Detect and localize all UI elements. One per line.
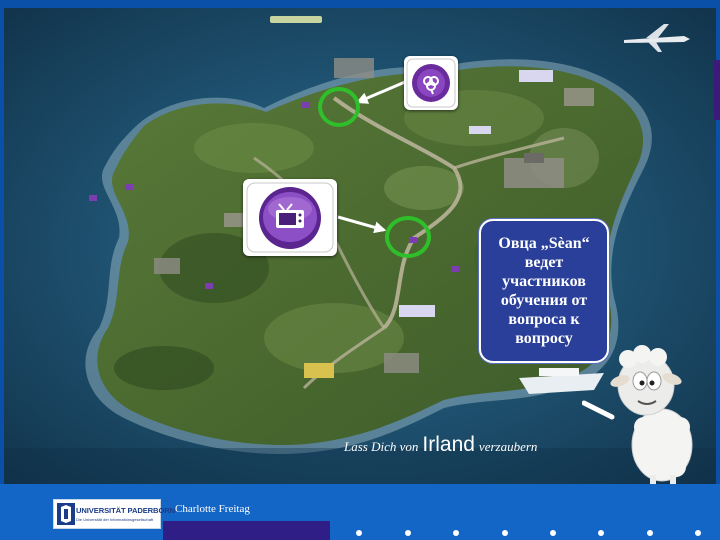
speech-bubble: Овца „Sèan“ ведет участников обучения от… [479, 219, 609, 363]
arrow-shamrock [355, 80, 406, 104]
tv-tile[interactable] [243, 179, 337, 256]
arrow-tv [337, 215, 387, 234]
caption-prefix: Lass Dich von [344, 439, 419, 454]
logo-title: UNIVERSITÄT PADERBORN [76, 506, 176, 515]
author-name: Charlotte Freitag [175, 503, 250, 515]
footer-dot [356, 530, 362, 536]
sheep-mascot-icon [582, 345, 693, 485]
speech-bubble-text: Овца „Sèan“ ведет участников обучения от… [498, 235, 590, 347]
highlight-ring [385, 216, 431, 258]
caption-brand: Irland [422, 433, 475, 456]
map-caption: Lass Dich von Irland verzaubern [344, 433, 537, 457]
footer-dot [695, 530, 701, 536]
tv-icon [246, 182, 334, 253]
logo-subtitle: Die Universität der Informationsgesellsc… [76, 517, 154, 522]
university-logo: UNIVERSITÄT PADERBORN Die Universität de… [53, 499, 175, 529]
author-bar [163, 521, 330, 540]
footer-dot [453, 530, 459, 536]
footer-dot [550, 530, 556, 536]
footer-dot [405, 530, 411, 536]
presentation-slide: Овца „Sèan“ ведет участников обучения от… [0, 0, 720, 540]
footer-dot [598, 530, 604, 536]
caption-suffix: verzaubern [478, 439, 538, 454]
university-emblem-icon [57, 503, 75, 525]
highlight-ring [318, 87, 360, 127]
shamrock-tile[interactable] [404, 56, 458, 110]
shamrock-icon [406, 58, 456, 108]
footer-dot [647, 530, 653, 536]
footer-dot [502, 530, 508, 536]
